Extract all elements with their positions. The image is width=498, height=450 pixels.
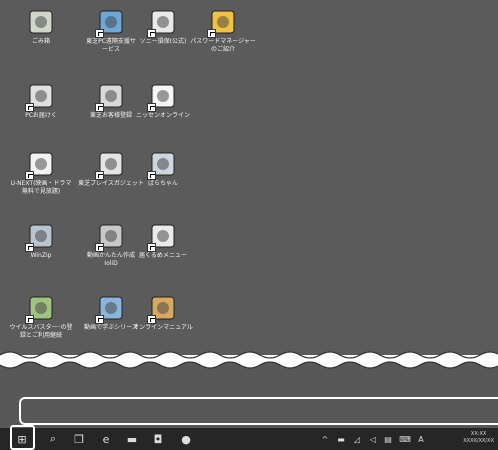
desktop-icon-label: ばらちゃん — [147, 180, 178, 187]
shortcut-arrow-icon — [207, 29, 216, 38]
desktop-icon-label: PCお届けく — [25, 112, 57, 119]
recycle-bin-icon — [27, 8, 55, 36]
desktop-icon[interactable]: 届くるめメニュー — [130, 222, 196, 260]
show-hidden-icons-icon[interactable]: ^ — [318, 428, 332, 450]
online-manual-icon — [147, 294, 177, 324]
nissen-online-icon — [147, 82, 177, 112]
task-view-icon: ❐ — [74, 432, 84, 446]
shortcut-arrow-icon — [147, 103, 156, 112]
desktop-icon[interactable]: ウイルスバスター･の登 録とご利用継続 — [8, 294, 74, 340]
desktop-icon[interactable]: ばらちゃん — [130, 150, 196, 188]
taskbar-button[interactable]: ◘ — [147, 428, 169, 450]
desktop-icon[interactable]: WinZip — [8, 222, 74, 260]
taskbar-button[interactable]: e — [95, 428, 117, 450]
shortcut-arrow-icon — [25, 243, 34, 252]
password-manager-icon — [207, 8, 237, 38]
desktop-icon-label: WinZip — [30, 252, 52, 259]
taskbar: ⊞ ⌕ ❐ e ▬ ◘ ● ^ ▬ ◿ ◁ ▤ ⌨ A XX:XX XXXX/XX/XX — [0, 428, 498, 450]
u-next-icon — [25, 150, 55, 180]
file-explorer-icon: ▬ — [126, 432, 138, 446]
car-insurance-icon — [147, 8, 177, 38]
desktop-icon[interactable]: パスワードマネージャー のご紹介 — [190, 8, 256, 54]
places-gadget-icon — [95, 150, 125, 180]
start-button-highlight — [10, 425, 35, 450]
search-icon: ⌕ — [49, 432, 57, 445]
volume-icon[interactable]: ◁ — [366, 428, 380, 450]
remote-support-icon — [95, 8, 125, 38]
desktop-icon-label: オンラインマニュアル — [133, 324, 193, 331]
customer-registration-icon — [95, 82, 125, 112]
omission-wave — [0, 351, 498, 369]
shortcut-arrow-icon — [147, 243, 156, 252]
taskbar-callout-frame — [19, 397, 498, 425]
video-learning-icon — [95, 294, 125, 324]
desktop-icon[interactable]: ソニー損保(公式) — [130, 8, 196, 46]
shortcut-arrow-icon — [95, 315, 104, 324]
battery-icon[interactable]: ▬ — [334, 428, 348, 450]
desktop-icon-label: ソニー損保(公式) — [139, 38, 187, 45]
ime-icon[interactable]: A — [414, 428, 428, 450]
shortcut-arrow-icon — [25, 315, 34, 324]
desktop-icon-label: ごみ箱 — [31, 38, 50, 45]
desktop-icon-label: ウイルスバスター･の登 録とご利用継続 — [9, 324, 73, 339]
shortcut-arrow-icon — [95, 103, 104, 112]
pc-delivery-icon — [25, 82, 55, 112]
desktop-icon[interactable]: ニッセンオンライン — [130, 82, 196, 120]
taskbar-button[interactable]: ❐ — [68, 428, 90, 450]
shortcut-arrow-icon — [147, 29, 156, 38]
shortcut-arrow-icon — [95, 29, 104, 38]
clock[interactable]: XX:XX XXXX/XX/XX — [463, 431, 494, 445]
shortcut-arrow-icon — [147, 171, 156, 180]
winzip-icon — [25, 222, 55, 252]
action-center-icon[interactable]: ▤ — [381, 428, 395, 450]
taskbar-button[interactable]: ● — [175, 428, 197, 450]
menu-app-icon — [147, 222, 177, 252]
bird-app-icon — [147, 150, 177, 180]
clock-date: XXXX/XX/XX — [463, 438, 494, 444]
edge-icon: e — [102, 432, 110, 446]
desktop-icon-label: U-NEXT(映画・ドラマ 無料で見放題) — [10, 180, 72, 195]
shortcut-arrow-icon — [147, 315, 156, 324]
virus-buster-icon — [25, 294, 55, 324]
store-icon: ◘ — [153, 432, 163, 446]
shortcut-arrow-icon — [95, 243, 104, 252]
shortcut-arrow-icon — [25, 103, 34, 112]
desktop-icon-label: ニッセンオンライン — [135, 112, 190, 119]
app-icon: ● — [181, 432, 191, 446]
taskbar-button[interactable]: ▬ — [121, 428, 143, 450]
clock-time: XX:XX — [470, 431, 487, 437]
taskbar-button[interactable]: ⌕ — [42, 428, 64, 450]
desktop: ごみ箱 東芝PC遠隔支援サ ービス ソニー損保(公式) パスワードマネージャー のご紹… — [0, 0, 498, 355]
desktop-icon[interactable]: U-NEXT(映画・ドラマ 無料で見放題) — [8, 150, 74, 196]
keyboard-icon[interactable]: ⌨ — [398, 428, 412, 450]
desktop-icon-label: 届くるめメニュー — [139, 252, 187, 259]
shortcut-arrow-icon — [25, 171, 34, 180]
network-icon[interactable]: ◿ — [350, 428, 364, 450]
desktop-icon[interactable]: オンラインマニュアル — [130, 294, 196, 332]
desktop-icon[interactable]: PCお届けく — [8, 82, 74, 120]
desktop-icon[interactable]: ごみ箱 — [8, 8, 74, 46]
video-maker-icon — [95, 222, 125, 252]
shortcut-arrow-icon — [95, 171, 104, 180]
desktop-icon-label: パスワードマネージャー のご紹介 — [190, 38, 256, 53]
